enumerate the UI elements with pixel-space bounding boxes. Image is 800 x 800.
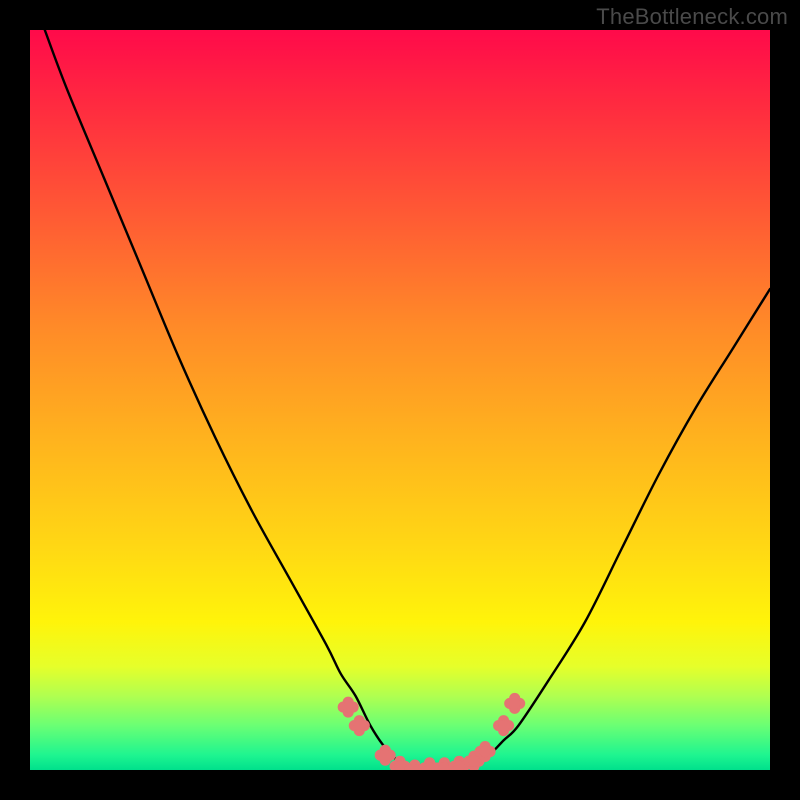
plot-area	[30, 30, 770, 770]
chart-frame: TheBottleneck.com	[0, 0, 800, 800]
attribution-text: TheBottleneck.com	[596, 4, 788, 30]
valley-markers	[30, 30, 770, 770]
